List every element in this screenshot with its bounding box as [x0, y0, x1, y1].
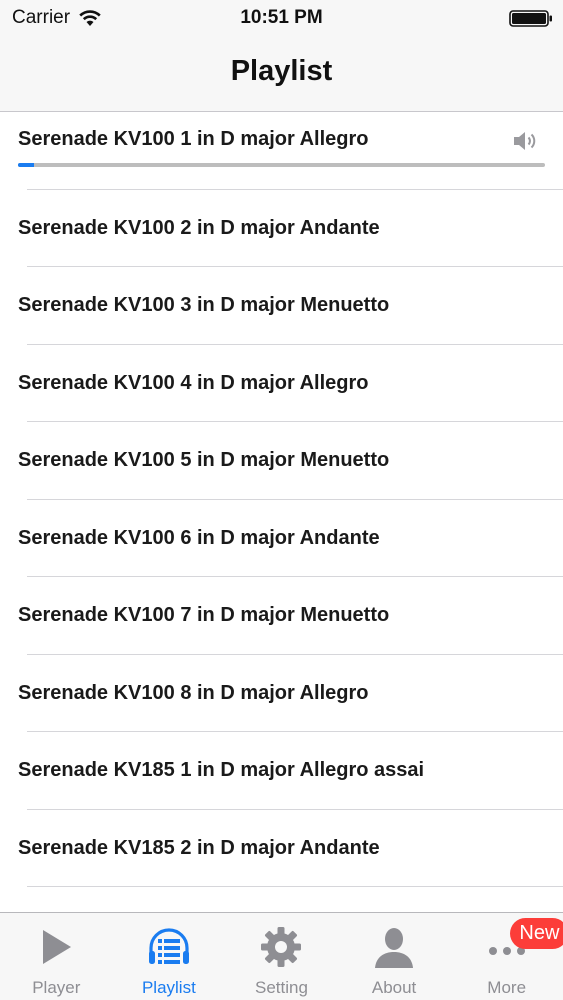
tab-label: Setting	[255, 978, 308, 997]
playlist-row[interactable]: Serenade KV100 7 in D major Menuetto	[0, 577, 563, 655]
playlist-row[interactable]: Serenade KV100 2 in D major Andante	[0, 190, 563, 268]
tab-playlist[interactable]: Playlist	[113, 913, 226, 1000]
playlist-row[interactable]: Serenade KV100 6 in D major Andante	[0, 500, 563, 578]
status-bar: Carrier 10:51 PM	[0, 0, 563, 36]
track-title: Serenade KV185 1 in D major Allegro assa…	[18, 759, 425, 782]
tab-setting[interactable]: Setting	[225, 913, 338, 1000]
tab-label: More	[487, 978, 527, 997]
track-title: Serenade KV100 1 in D major Allegro	[18, 128, 369, 150]
tab-bar: Player Playlist Setting About More New	[0, 912, 563, 1000]
navigation-bar: Playlist	[0, 36, 563, 112]
tab-more[interactable]: More New	[450, 913, 563, 1000]
tab-player[interactable]: Player	[0, 913, 113, 1000]
playlist-row[interactable]: Serenade KV100 3 in D major Menuetto	[0, 267, 563, 345]
track-title: Serenade KV100 4 in D major Allegro	[18, 371, 369, 394]
tab-label: Player	[32, 978, 81, 997]
tab-label: About	[371, 978, 417, 997]
track-title: Serenade KV185 2 in D major Andante	[18, 836, 380, 859]
playlist-row[interactable]: Serenade KV100 8 in D major Allegro	[0, 655, 563, 733]
speaker-icon	[514, 132, 536, 150]
playlist-icon	[148, 928, 189, 964]
gear-icon	[261, 927, 302, 967]
track-title: Serenade KV100 6 in D major Andante	[18, 526, 380, 549]
playlist-table: Serenade KV100 1 in D major Allegro Sere…	[0, 112, 563, 887]
page-title: Playlist	[230, 55, 333, 87]
playlist-row[interactable]: Serenade KV185 2 in D major Andante	[0, 810, 563, 888]
person-icon	[375, 928, 414, 968]
battery-icon	[509, 10, 552, 27]
play-icon	[43, 930, 72, 964]
tab-about[interactable]: About	[338, 913, 451, 1000]
track-title: Serenade KV100 3 in D major Menuetto	[18, 294, 390, 317]
track-title: Serenade KV100 7 in D major Menuetto	[18, 604, 390, 627]
status-time: 10:51 PM	[240, 7, 323, 28]
track-title: Serenade KV100 8 in D major Allegro	[18, 681, 369, 704]
track-title: Serenade KV100 5 in D major Menuetto	[18, 449, 390, 472]
playback-progress-fill	[18, 163, 34, 167]
track-title: Serenade KV100 2 in D major Andante	[18, 216, 380, 239]
playlist-screen: Carrier 10:51 PM Playlist Serenade KV100…	[0, 0, 563, 1000]
playlist-row[interactable]: Serenade KV100 5 in D major Menuetto	[0, 422, 563, 500]
new-badge: New	[510, 918, 563, 949]
tab-label: Playlist	[141, 978, 196, 997]
playlist-row[interactable]: Serenade KV100 4 in D major Allegro	[0, 345, 563, 423]
playback-progress-bar[interactable]	[18, 163, 545, 167]
playlist-row-now-playing[interactable]: Serenade KV100 1 in D major Allegro	[0, 112, 563, 190]
playlist-row[interactable]: Serenade KV185 1 in D major Allegro assa…	[0, 732, 563, 810]
